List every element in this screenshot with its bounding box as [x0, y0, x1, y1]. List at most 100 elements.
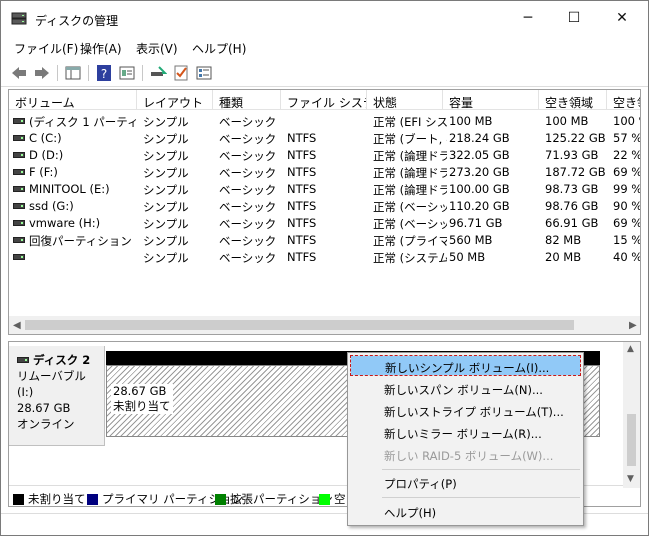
table-cell: シンプル: [143, 217, 189, 231]
scroll-down-icon[interactable]: ▼: [627, 474, 634, 484]
menu-help[interactable]: ヘルプ(H): [192, 40, 246, 57]
table-cell: 82 MB: [545, 233, 582, 247]
table-cell: NTFS: [287, 233, 317, 247]
table-cell: NTFS: [287, 250, 317, 264]
volume-icon: [13, 203, 25, 209]
menu-properties[interactable]: プロパティ(P): [350, 472, 581, 493]
column-header-filesystem[interactable]: ファイル システム: [281, 90, 367, 110]
column-header-capacity[interactable]: 容量: [443, 90, 539, 110]
table-cell: ベーシック: [219, 183, 277, 197]
table-cell: 100.00 GB: [449, 182, 510, 196]
table-cell: 正常 (ベーシック データ): [373, 217, 447, 231]
back-icon[interactable]: [10, 64, 28, 82]
table-cell: NTFS: [287, 199, 317, 213]
table-row[interactable]: ssd (G:) シンプル ベーシック NTFS 正常 (ベーシック データ)110.2…: [9, 197, 640, 214]
check-icon[interactable]: [172, 64, 190, 82]
legend-extended-partition: 拡張パーティション: [215, 491, 333, 506]
table-cell: 218.24 GB: [449, 131, 510, 145]
properties-icon[interactable]: [118, 64, 136, 82]
table-cell: 57 %: [613, 131, 641, 145]
table-cell: ssd (G:): [29, 199, 74, 213]
menu-help-item[interactable]: ヘルプ(H): [350, 501, 581, 522]
column-header-free-space[interactable]: 空き領域: [539, 90, 607, 110]
vertical-scrollbar[interactable]: ▲ ▼: [623, 342, 640, 488]
table-cell: 正常 (論理ドライブ): [373, 183, 447, 197]
menu-new-simple-volume[interactable]: 新しいシンプル ボリューム(I)...: [350, 355, 581, 376]
table-row[interactable]: (ディスク 1 パーティション 1) シンプル ベーシック 正常 (EFI システム …: [9, 112, 640, 129]
table-row[interactable]: D (D:) シンプル ベーシック NTFS 正常 (論理ドライブ)322.05 GB 7…: [9, 146, 640, 163]
table-row[interactable]: MINITOOL (E:) シンプル ベーシック NTFS 正常 (論理ドライブ)100…: [9, 180, 640, 197]
table-cell: 273.20 GB: [449, 165, 510, 179]
context-menu: 新しいシンプル ボリューム(I)... 新しいスパン ボリューム(N)... 新…: [347, 352, 584, 526]
maximize-button[interactable]: ☐: [551, 1, 597, 35]
scroll-right-icon[interactable]: ▶: [629, 320, 637, 331]
legend-free-space: 空: [319, 491, 346, 506]
table-cell: 71.93 GB: [545, 148, 599, 162]
table-cell: 正常 (EFI システム パーティション): [373, 115, 447, 129]
table-cell: ベーシック: [219, 132, 277, 146]
table-cell: シンプル: [143, 132, 189, 146]
settings-list-icon[interactable]: [195, 64, 213, 82]
menu-bar: ファイル(F) 操作(A) 表示(V) ヘルプ(H): [1, 35, 648, 59]
table-row[interactable]: C (C:) シンプル ベーシック NTFS 正常 (ブート, ページ ファイル)218…: [9, 129, 641, 146]
table-cell: 69 %: [613, 216, 641, 230]
menu-view[interactable]: 表示(V): [136, 40, 178, 57]
removable-disk-icon: [17, 357, 29, 363]
table-cell: NTFS: [287, 148, 317, 162]
table-cell: NTFS: [287, 182, 317, 196]
table-cell: D (D:): [29, 148, 64, 162]
menu-new-striped-volume[interactable]: 新しいストライプ ボリューム(T)...: [350, 400, 581, 421]
table-cell: 110.20 GB: [449, 199, 510, 213]
volume-icon: [13, 135, 25, 141]
table-row[interactable]: F (F:) シンプル ベーシック NTFS 正常 (論理ドライブ)273.20 GB 1…: [9, 163, 640, 180]
column-header-volume[interactable]: ボリューム: [9, 90, 137, 110]
legend-swatch: [87, 494, 98, 505]
forward-icon[interactable]: [33, 64, 51, 82]
table-cell: ベーシック: [219, 251, 277, 265]
connect-icon[interactable]: [149, 64, 167, 82]
column-header-layout[interactable]: レイアウト: [137, 90, 213, 110]
volume-icon: [13, 152, 25, 158]
table-cell: 回復パーティション: [29, 234, 132, 248]
menu-new-spanned-volume[interactable]: 新しいスパン ボリューム(N)...: [350, 378, 581, 399]
scrollbar-thumb[interactable]: [627, 414, 636, 466]
table-cell: 正常 (論理ドライブ): [373, 149, 447, 163]
close-button[interactable]: ✕: [599, 1, 645, 35]
scroll-up-icon[interactable]: ▲: [627, 344, 634, 354]
disk-management-icon: [11, 12, 27, 25]
horizontal-scrollbar[interactable]: ◀ ▶: [9, 316, 640, 334]
table-row[interactable]: シンプル ベーシック NTFS 正常 (システム) 50 MB 20 MB 40 %: [9, 248, 640, 265]
title-bar: ディスクの管理 ─ ☐ ✕: [1, 1, 648, 35]
table-cell: vmware (H:): [29, 216, 101, 230]
volume-icon: [13, 169, 25, 175]
table-cell: シンプル: [143, 183, 189, 197]
menu-new-mirror-volume[interactable]: 新しいミラー ボリューム(R)...: [350, 422, 581, 443]
column-header-free-percent[interactable]: 空き領: [607, 90, 640, 110]
console-tree-icon[interactable]: [64, 64, 82, 82]
column-header-status[interactable]: 状態: [367, 90, 443, 110]
help-icon[interactable]: ?: [95, 64, 113, 82]
table-cell: 正常 (ベーシック データ): [373, 200, 447, 214]
table-row[interactable]: vmware (H:) シンプル ベーシック NTFS 正常 (ベーシック データ)96…: [9, 214, 641, 231]
table-cell: 20 MB: [545, 250, 582, 264]
minimize-button[interactable]: ─: [505, 1, 551, 35]
menu-file[interactable]: ファイル(F): [14, 40, 78, 57]
disk-2-label[interactable]: ディスク 2 リムーバブル (I:) 28.67 GB オンライン: [9, 346, 105, 446]
table-cell: シンプル: [143, 166, 189, 180]
table-cell: NTFS: [287, 165, 317, 179]
table-cell: 96.71 GB: [449, 216, 503, 230]
column-header-type[interactable]: 種類: [213, 90, 281, 110]
table-row[interactable]: 回復パーティションシンプル ベーシック NTFS 正常 (プライマリ)560 MB 82…: [9, 231, 640, 248]
legend-swatch: [215, 494, 226, 505]
volume-icon: [13, 237, 25, 243]
table-cell: 187.72 GB: [545, 165, 606, 179]
scroll-left-icon[interactable]: ◀: [13, 320, 21, 331]
menu-new-raid5-volume: 新しい RAID-5 ボリューム(W)...: [384, 449, 554, 463]
toolbar-separator: [88, 65, 89, 81]
volume-icon: [13, 254, 25, 260]
menu-action[interactable]: 操作(A): [80, 40, 122, 57]
scrollbar-thumb[interactable]: [25, 320, 574, 330]
volume-icon: [13, 118, 25, 124]
disk-size: 28.67 GB: [17, 401, 71, 415]
toolbar-separator: [142, 65, 143, 81]
